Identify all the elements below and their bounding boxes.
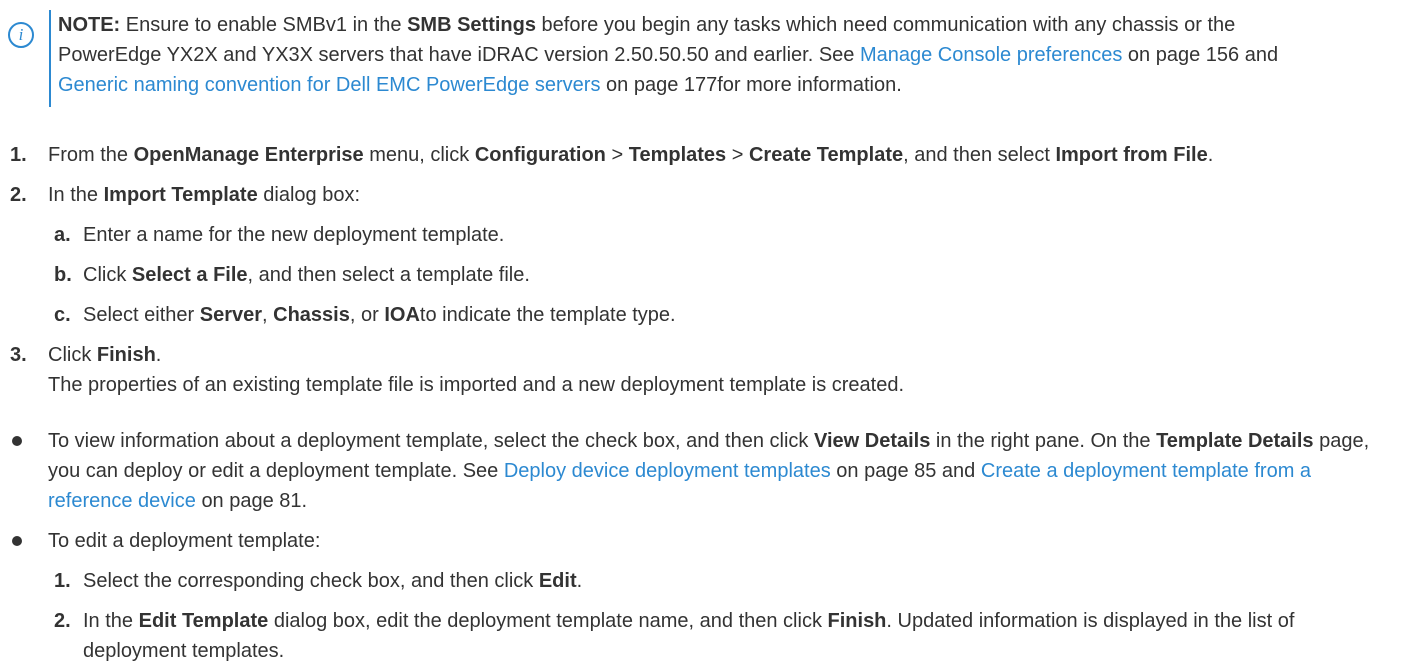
button-term-select-a-file: Select a File (131, 264, 248, 286)
substep-text: , or (349, 304, 379, 326)
button-term-finish: Finish (827, 610, 887, 632)
bullet-view-details: To view information about a deployment t… (0, 426, 1388, 516)
bullet-text: To view information about a deployment t… (48, 430, 809, 452)
bullet-dot (12, 536, 22, 546)
menu-term-create-template: Create Template (748, 144, 904, 166)
step-number: 1. (10, 144, 27, 166)
button-term-edit: Edit (538, 570, 577, 592)
procedure-steps: 1. From the OpenManage Enterprise menu, c… (0, 140, 1404, 400)
step-text: In the (48, 184, 99, 206)
bullet-text: on page 85 and (836, 460, 976, 482)
step-text: , and then select (903, 144, 1050, 166)
substep-text: Select either (83, 304, 195, 326)
option-term-chassis: Chassis (273, 304, 350, 326)
substep-text: , and then select a template file. (247, 264, 530, 286)
dialog-term-edit-template: Edit Template (138, 610, 269, 632)
step-text: . (155, 344, 162, 366)
note-text-1: Ensure to enable SMBv1 in the (125, 14, 402, 36)
step-text: . (1207, 144, 1214, 166)
step-2: 2. In the Import Template dialog box: (0, 180, 1378, 210)
substep-c: c. Select either Server, Chassis, or IOAt… (0, 300, 1404, 330)
step-number: 2. (10, 184, 27, 206)
step-text: menu, click (369, 144, 470, 166)
note-text: NOTE: Ensure to enable SMBv1 in the SMB … (49, 10, 1333, 107)
note-label: NOTE: (58, 14, 121, 36)
substep-a: a. Enter a name for the new deployment te… (0, 220, 1404, 250)
substep-number: 1. (54, 570, 71, 592)
substep-text: Select the corresponding check box, and … (83, 570, 534, 592)
note-text-4: on page 177for more information. (606, 74, 902, 96)
page-term-template-details: Template Details (1156, 430, 1314, 452)
menu-term-import-from-file: Import from File (1055, 144, 1208, 166)
step-1: 1. From the OpenManage Enterprise menu, c… (0, 140, 1378, 170)
step-number: 3. (10, 344, 27, 366)
note-block: i NOTE: Ensure to enable SMBv1 in the SM… (0, 2, 1330, 136)
option-term-ioa: IOA (384, 304, 420, 326)
substep-letter: c. (54, 304, 71, 326)
edit-substep-2: 2. In the Edit Template dialog box, edit … (0, 606, 1373, 666)
bullet-text: in the right pane. On the (935, 430, 1151, 452)
step-3: 3. Click Finish. The properties of an exis… (0, 340, 1378, 400)
substep-text: . (576, 570, 583, 592)
substep-text: to indicate the template type. (419, 304, 676, 326)
substep-b: b. Click Select a File, and then select a… (0, 260, 1404, 290)
step-text: Click (48, 344, 92, 366)
bullet-edit-template: To edit a deployment template: (0, 526, 1388, 556)
path-separator: > (611, 144, 624, 166)
step-text: dialog box: (263, 184, 361, 206)
substep-text: , (262, 304, 268, 326)
bullet-dot (12, 436, 22, 446)
option-term-server: Server (199, 304, 263, 326)
path-separator: > (731, 144, 744, 166)
step-text: From the (48, 144, 129, 166)
substep-text: Enter a name for the new deployment temp… (83, 224, 505, 246)
bullet-text: To edit a deployment template: (48, 530, 321, 552)
note-text-3: on page 156 and (1127, 44, 1279, 66)
smb-settings-term: SMB Settings (407, 14, 536, 36)
substep-letter: b. (54, 264, 72, 286)
button-term-finish: Finish (96, 344, 156, 366)
menu-term-configuration: Configuration (474, 144, 606, 166)
deploy-device-templates-link[interactable]: Deploy device deployment templates (504, 460, 831, 482)
manage-console-preferences-link[interactable]: Manage Console preferences (860, 44, 1122, 66)
substep-number: 2. (54, 610, 71, 632)
substep-text: dialog box, edit the deployment template… (273, 610, 822, 632)
substep-letter: a. (54, 224, 71, 246)
generic-naming-convention-link[interactable]: Generic naming convention for Dell EMC P… (58, 74, 600, 96)
substep-text: In the (83, 610, 134, 632)
bullet-text: on page 81. (201, 490, 308, 512)
substep-text: Click (83, 264, 127, 286)
document-page: i NOTE: Ensure to enable SMBv1 in the SM… (0, 0, 1404, 662)
step-result: The properties of an existing template f… (48, 374, 905, 396)
info-icon: i (8, 22, 34, 48)
dialog-term-import-template: Import Template (103, 184, 258, 206)
menu-term-templates: Templates (628, 144, 727, 166)
bullet-list: To view information about a deployment t… (0, 426, 1404, 666)
button-term-view-details: View Details (813, 430, 931, 452)
menu-term-openmanage: OpenManage Enterprise (133, 144, 364, 166)
edit-substep-1: 1. Select the corresponding check box, an… (0, 566, 1373, 596)
